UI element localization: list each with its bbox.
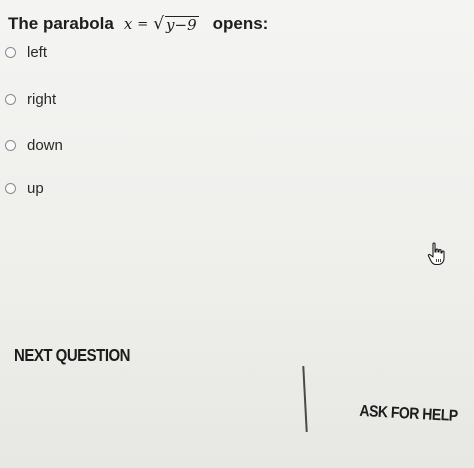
radio-button[interactable] xyxy=(5,94,16,105)
option-label: right xyxy=(27,91,57,108)
equation-equals: = xyxy=(137,16,149,32)
option-left[interactable]: left xyxy=(5,44,47,61)
option-label: up xyxy=(27,180,44,197)
equation-radicand: y−9 xyxy=(165,15,199,34)
radio-button[interactable] xyxy=(5,140,16,151)
question-equation: x = √ y−9 xyxy=(124,14,199,34)
sqrt-icon: √ xyxy=(153,14,165,34)
next-question-button[interactable]: NEXT QUESTION xyxy=(14,346,131,366)
option-right[interactable]: right xyxy=(5,91,56,108)
option-down[interactable]: down xyxy=(5,137,63,154)
option-up[interactable]: up xyxy=(5,180,44,197)
question-prompt: The parabola x = √ y−9 opens: xyxy=(8,14,268,34)
question-text: The parabola xyxy=(8,14,114,33)
ask-for-help-button[interactable]: ASK FOR HELP xyxy=(359,401,458,425)
radio-button[interactable] xyxy=(5,47,16,58)
radio-button[interactable] xyxy=(5,183,16,194)
equation-lhs: x xyxy=(123,15,133,33)
question-suffix: opens: xyxy=(212,14,269,33)
divider xyxy=(302,365,308,433)
option-label: down xyxy=(27,137,63,154)
option-label: left xyxy=(27,44,48,61)
hand-pointer-icon xyxy=(426,242,448,266)
